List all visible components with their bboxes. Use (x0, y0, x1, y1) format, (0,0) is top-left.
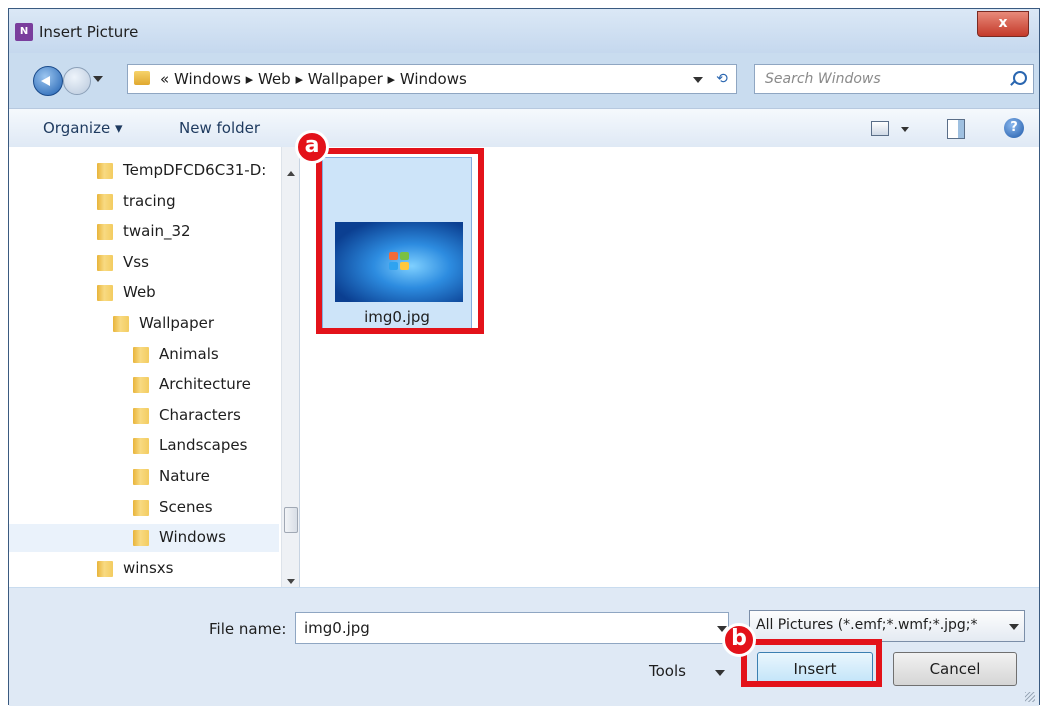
callout-b-highlight (741, 639, 882, 687)
tree-item-winsxs[interactable]: winsxs (9, 555, 279, 583)
insert-picture-dialog: N Insert Picture x « Windows ▸ Web ▸ Wal… (8, 8, 1040, 706)
tree-item-label: Landscapes (159, 436, 248, 455)
onenote-app-icon: N (15, 23, 33, 41)
search-icon[interactable] (1013, 71, 1027, 85)
tree-item-web[interactable]: Web (9, 279, 279, 307)
tree-item-landscapes[interactable]: Landscapes (9, 432, 279, 460)
back-arrow-icon[interactable] (33, 66, 63, 96)
folder-icon (97, 560, 113, 577)
tools-button[interactable]: Tools (649, 662, 686, 680)
dialog-footer: File name: img0.jpg All Pictures (*.emf;… (9, 588, 1039, 706)
navigation-scrollbar[interactable] (281, 147, 299, 587)
folder-icon (97, 254, 113, 271)
address-dropdown-icon[interactable] (693, 77, 703, 83)
cancel-button[interactable]: Cancel (893, 652, 1017, 686)
folder-icon (133, 377, 149, 394)
tree-item-label: Wallpaper (139, 314, 215, 332)
organize-button[interactable]: Organize ▾ (43, 119, 123, 137)
search-input[interactable]: Search Windows (754, 64, 1034, 94)
tree-item-label: Windows (159, 528, 226, 547)
tree-item-scenes[interactable]: Scenes (9, 494, 279, 522)
folder-icon (134, 71, 150, 85)
folder-icon (133, 499, 149, 516)
tree-item-tracing[interactable]: tracing (9, 188, 279, 216)
folder-icon (97, 224, 113, 241)
tree-item-label: Web (123, 283, 156, 302)
tree-item-nature[interactable]: Nature (9, 463, 279, 491)
callout-b-badge: b (722, 623, 756, 657)
folder-icon (133, 346, 149, 363)
tree-item-label: Architecture (159, 375, 251, 394)
change-view-icon[interactable] (871, 121, 889, 136)
tree-item-wallpaper[interactable]: Wallpaper (9, 310, 279, 338)
tree-item-label: TempDFCD6C31-D: (123, 161, 267, 179)
folder-icon (97, 285, 113, 302)
new-folder-button[interactable]: New folder (179, 119, 260, 137)
view-options-dropdown-icon[interactable] (901, 127, 909, 132)
tree-item-label: Animals (159, 344, 219, 363)
callout-a-badge: a (295, 130, 329, 164)
folder-icon (113, 316, 129, 332)
tree-item-vss[interactable]: Vss (9, 249, 279, 277)
folder-icon (133, 469, 149, 485)
search-placeholder: Search Windows (765, 71, 881, 87)
tree-item-label: Scenes (159, 497, 213, 516)
tree-item-characters[interactable]: Characters (9, 402, 279, 430)
file-name-field[interactable]: img0.jpg (295, 612, 729, 644)
file-type-select[interactable]: All Pictures (*.emf;*.wmf;*.jpg;* (749, 610, 1025, 642)
tree-item-animals[interactable]: Animals (9, 341, 279, 369)
command-toolbar: Organize ▾ New folder ? (9, 108, 1039, 148)
preview-pane-icon[interactable] (947, 119, 965, 139)
callout-a-highlight (316, 148, 484, 334)
folder-icon (133, 407, 149, 424)
file-name-label: File name: (209, 620, 287, 638)
navigation-pane: TempDFCD6C31-D: tracing twain_32 Vss Web Wall… (9, 147, 300, 587)
tree-item-tempdfcd6c31-d-[interactable]: TempDFCD6C31-D: (9, 157, 279, 185)
folder-icon (97, 163, 113, 179)
tree-item-label: winsxs (123, 558, 174, 577)
address-bar[interactable]: « Windows ▸ Web ▸ Wallpaper ▸ Windows (127, 64, 737, 94)
tree-item-label: Nature (159, 467, 210, 485)
tree-item-label: Vss (123, 252, 149, 271)
tree-item-label: Characters (159, 405, 241, 424)
tree-item-twain-32[interactable]: twain_32 (9, 218, 279, 246)
recent-locations-dropdown-icon[interactable] (93, 76, 103, 82)
scroll-thumb[interactable] (284, 507, 298, 533)
tools-dropdown-icon[interactable] (715, 670, 725, 676)
file-type-dropdown-icon[interactable] (1009, 624, 1019, 630)
tree-item-windows[interactable]: Windows (9, 524, 279, 553)
folder-icon (133, 438, 149, 455)
folder-icon (133, 530, 149, 547)
forward-arrow-icon[interactable] (63, 67, 91, 95)
folder-icon (97, 193, 113, 210)
refresh-icon[interactable]: ⟲ (709, 67, 735, 91)
breadcrumb[interactable]: « Windows ▸ Web ▸ Wallpaper ▸ Windows (160, 70, 467, 88)
tree-item-architecture[interactable]: Architecture (9, 371, 279, 399)
resize-grip-icon[interactable] (1025, 692, 1035, 702)
title-bar: N Insert Picture x (9, 9, 1039, 53)
close-button[interactable]: x (977, 11, 1029, 37)
tree-item-label: twain_32 (123, 222, 191, 241)
help-icon[interactable]: ? (1004, 118, 1024, 138)
dialog-title: Insert Picture (39, 23, 139, 41)
tree-item-label: tracing (123, 191, 176, 210)
scroll-up-icon[interactable] (287, 171, 295, 176)
scroll-down-icon[interactable] (287, 579, 295, 584)
